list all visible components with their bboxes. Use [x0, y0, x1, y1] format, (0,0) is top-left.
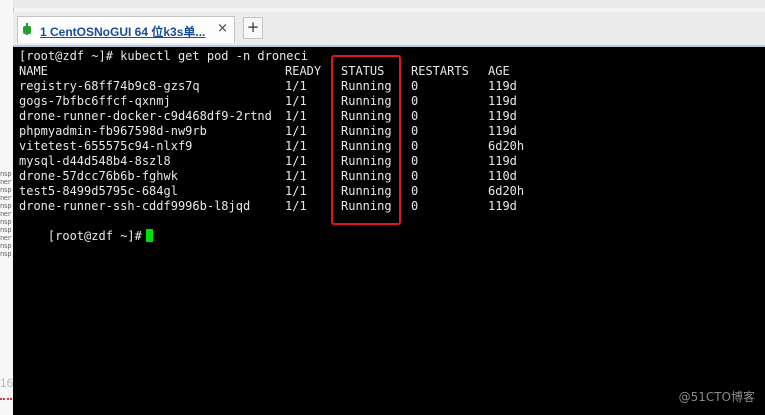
pod-name: phpmyadmin-fb967598d-nw9rb [19, 124, 207, 138]
shell-prompt: [root@zdf ~]# [47, 229, 142, 243]
background-text-fragment: ner [0, 234, 12, 242]
terminal-output[interactable]: [root@zdf ~]# kubectl get pod -n droneci… [13, 47, 765, 415]
header-age: AGE [488, 64, 510, 78]
pod-age: 119d [488, 94, 517, 108]
pod-age: 119d [488, 79, 517, 93]
pod-ready: 1/1 [285, 124, 307, 138]
background-text-fragment: nsp [0, 250, 12, 258]
background-text-fragment: ner [0, 194, 12, 202]
pod-restarts: 0 [411, 124, 419, 138]
status-column-highlight [331, 55, 401, 225]
background-text-fragment: nsp [0, 218, 12, 226]
pod-restarts: 0 [411, 109, 419, 123]
title-strip [13, 0, 765, 8]
connected-status-icon [23, 23, 31, 35]
prompt-line: [root@zdf ~]# [19, 214, 153, 243]
background-text-fragment: nsp [0, 242, 12, 250]
pod-name: drone-runner-docker-c9d468df9-2rtnd [19, 109, 272, 123]
pod-name: registry-68ff74b9c8-gzs7q [19, 79, 200, 93]
table-row: registry-68ff74b9c8-gzs7q 1/1 Running 0 … [19, 79, 517, 94]
pod-age: 6d20h [488, 139, 525, 153]
pod-ready: 1/1 [285, 79, 307, 93]
pod-restarts: 0 [411, 79, 419, 93]
pod-restarts: 0 [411, 199, 419, 213]
tab-session-1[interactable]: 1 CentOSNoGUI 64 位k3s单... × [17, 16, 235, 43]
background-text-fragment: ner [0, 178, 12, 186]
new-tab-button[interactable]: + [243, 17, 263, 39]
close-icon[interactable]: × [217, 21, 228, 36]
pod-name: gogs-7bfbc6ffcf-qxnmj [19, 94, 171, 108]
table-header: NAME READY STATUS RESTARTS AGE [19, 64, 510, 79]
background-text-fragment: nsp [0, 226, 12, 234]
table-row: drone-runner-docker-c9d468df9-2rtnd 1/1 … [19, 109, 517, 124]
pod-age: 119d [488, 109, 517, 123]
pod-ready: 1/1 [285, 94, 307, 108]
table-row: drone-runner-ssh-cddf9996b-l8jqd 1/1 Run… [19, 199, 517, 214]
watermark: @51CTO博客 [678, 390, 755, 404]
pod-ready: 1/1 [285, 139, 307, 153]
pod-age: 119d [488, 154, 517, 168]
header-restarts: RESTARTS [411, 64, 469, 78]
terminal-cursor [145, 229, 153, 242]
background-text-fragment: ner [0, 210, 12, 218]
pod-ready: 1/1 [285, 184, 307, 198]
table-row: mysql-d44d548b4-8szl8 1/1 Running 0 119d [19, 154, 517, 169]
table-row: gogs-7bfbc6ffcf-qxnmj 1/1 Running 0 119d [19, 94, 517, 109]
pod-age: 119d [488, 199, 517, 213]
background-window-edge: nsp ner nsp ner nsp ner nsp nsp ner nsp … [0, 0, 14, 415]
background-text-fragment: nsp [0, 202, 12, 210]
pod-restarts: 0 [411, 139, 419, 153]
header-ready: READY [285, 64, 322, 78]
pod-name: vitetest-655575c94-nlxf9 [19, 139, 193, 153]
pod-age: 6d20h [488, 184, 525, 198]
background-text-fragment: nsp [0, 186, 12, 194]
pod-ready: 1/1 [285, 154, 307, 168]
pod-restarts: 0 [411, 169, 419, 183]
command-line: [root@zdf ~]# kubectl get pod -n droneci [19, 49, 308, 63]
background-text-fragment: nsp [0, 170, 12, 178]
background-number: 16 [0, 376, 14, 390]
tab-label: 1 CentOSNoGUI 64 位k3s单... [40, 25, 206, 39]
pod-name: mysql-d44d548b4-8szl8 [19, 154, 171, 168]
pod-name: test5-8499d5795c-684gl [19, 184, 178, 198]
pod-age: 110d [488, 169, 517, 183]
session-tab-bar: 1 CentOSNoGUI 64 位k3s单... × + [13, 12, 765, 47]
header-name: NAME [19, 64, 48, 78]
pod-restarts: 0 [411, 154, 419, 168]
table-row: test5-8499d5795c-684gl 1/1 Running 0 6d2… [19, 184, 524, 199]
table-row: phpmyadmin-fb967598d-nw9rb 1/1 Running 0… [19, 124, 517, 139]
table-row: vitetest-655575c94-nlxf9 1/1 Running 0 6… [19, 139, 524, 154]
pod-name: drone-runner-ssh-cddf9996b-l8jqd [19, 199, 251, 213]
pod-age: 119d [488, 124, 517, 138]
pod-restarts: 0 [411, 184, 419, 198]
pod-ready: 1/1 [285, 109, 307, 123]
pod-name: drone-57dcc76b6b-fghwk [19, 169, 178, 183]
pod-restarts: 0 [411, 94, 419, 108]
pod-ready: 1/1 [285, 169, 307, 183]
table-row: drone-57dcc76b6b-fghwk 1/1 Running 0 110… [19, 169, 517, 184]
pod-ready: 1/1 [285, 199, 307, 213]
spellcheck-underline [0, 395, 12, 400]
